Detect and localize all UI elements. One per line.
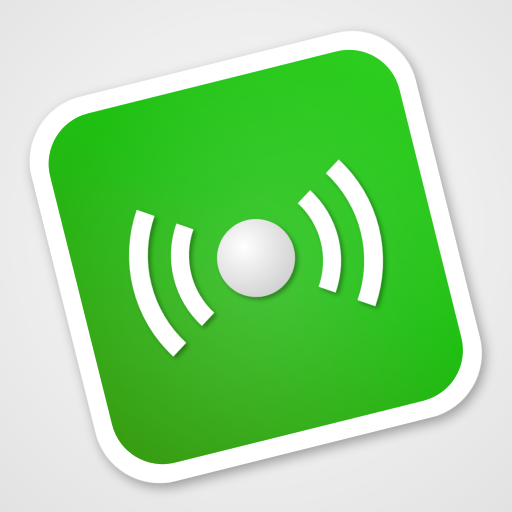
wireless-broadcast-icon — [29, 31, 482, 484]
app-icon-canvas — [0, 0, 512, 512]
